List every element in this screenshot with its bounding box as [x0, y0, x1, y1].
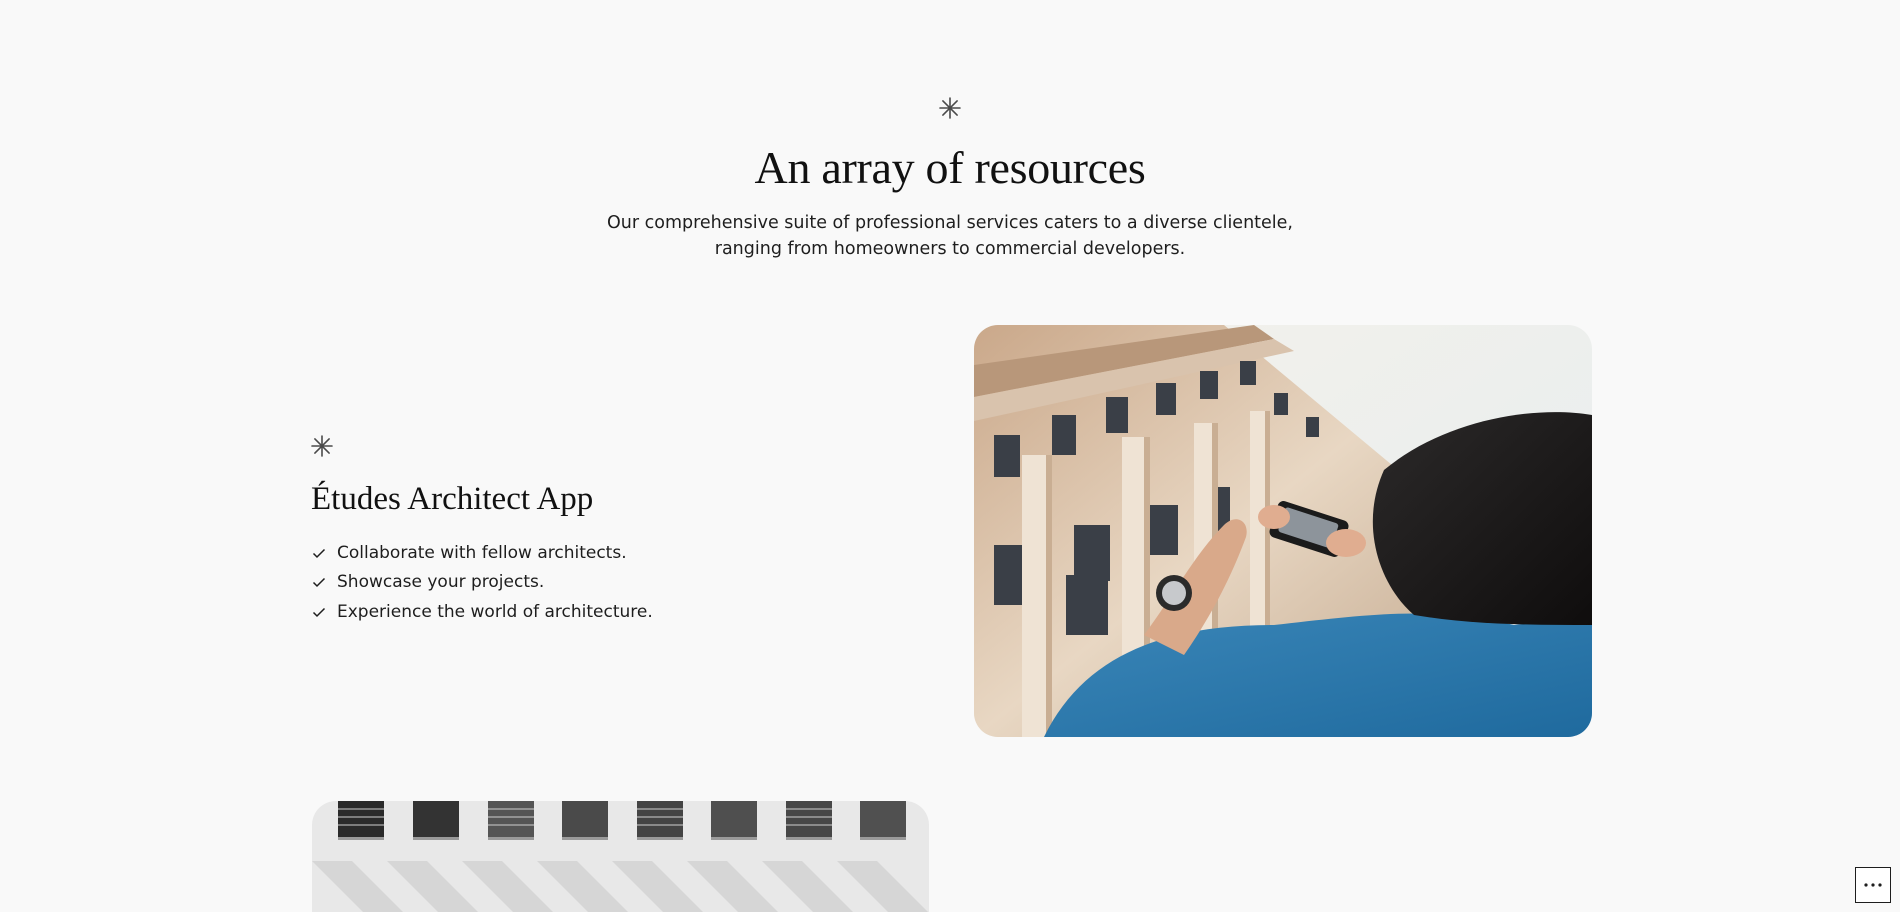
options-button[interactable]: [1855, 867, 1891, 903]
white-facade-windows-image: [312, 801, 929, 912]
check-icon: [312, 607, 326, 617]
page-intro: Our comprehensive suite of professional …: [0, 210, 1900, 262]
list-item-label: Experience the world of architecture.: [337, 601, 653, 622]
check-icon: [312, 578, 326, 588]
list-item-label: Showcase your projects.: [337, 572, 545, 593]
list-item: Experience the world of architecture.: [311, 597, 653, 627]
intro-line: Our comprehensive suite of professional …: [607, 213, 1293, 233]
asterisk-icon: [939, 97, 961, 119]
list-item: Collaborate with fellow architects.: [311, 538, 653, 568]
feature-list: Collaborate with fellow architects. Show…: [311, 538, 653, 627]
list-item-label: Collaborate with fellow architects.: [337, 542, 627, 563]
more-dots-icon: [1864, 883, 1882, 887]
intro-line: ranging from homeowners to commercial de…: [714, 239, 1186, 259]
feature-title: Études Architect App: [311, 481, 594, 517]
woman-photographing-building-image: [974, 325, 1592, 737]
list-item: Showcase your projects.: [311, 568, 653, 598]
check-icon: [312, 548, 326, 558]
asterisk-icon: [311, 435, 333, 457]
page-title: An array of resources: [754, 142, 1146, 193]
